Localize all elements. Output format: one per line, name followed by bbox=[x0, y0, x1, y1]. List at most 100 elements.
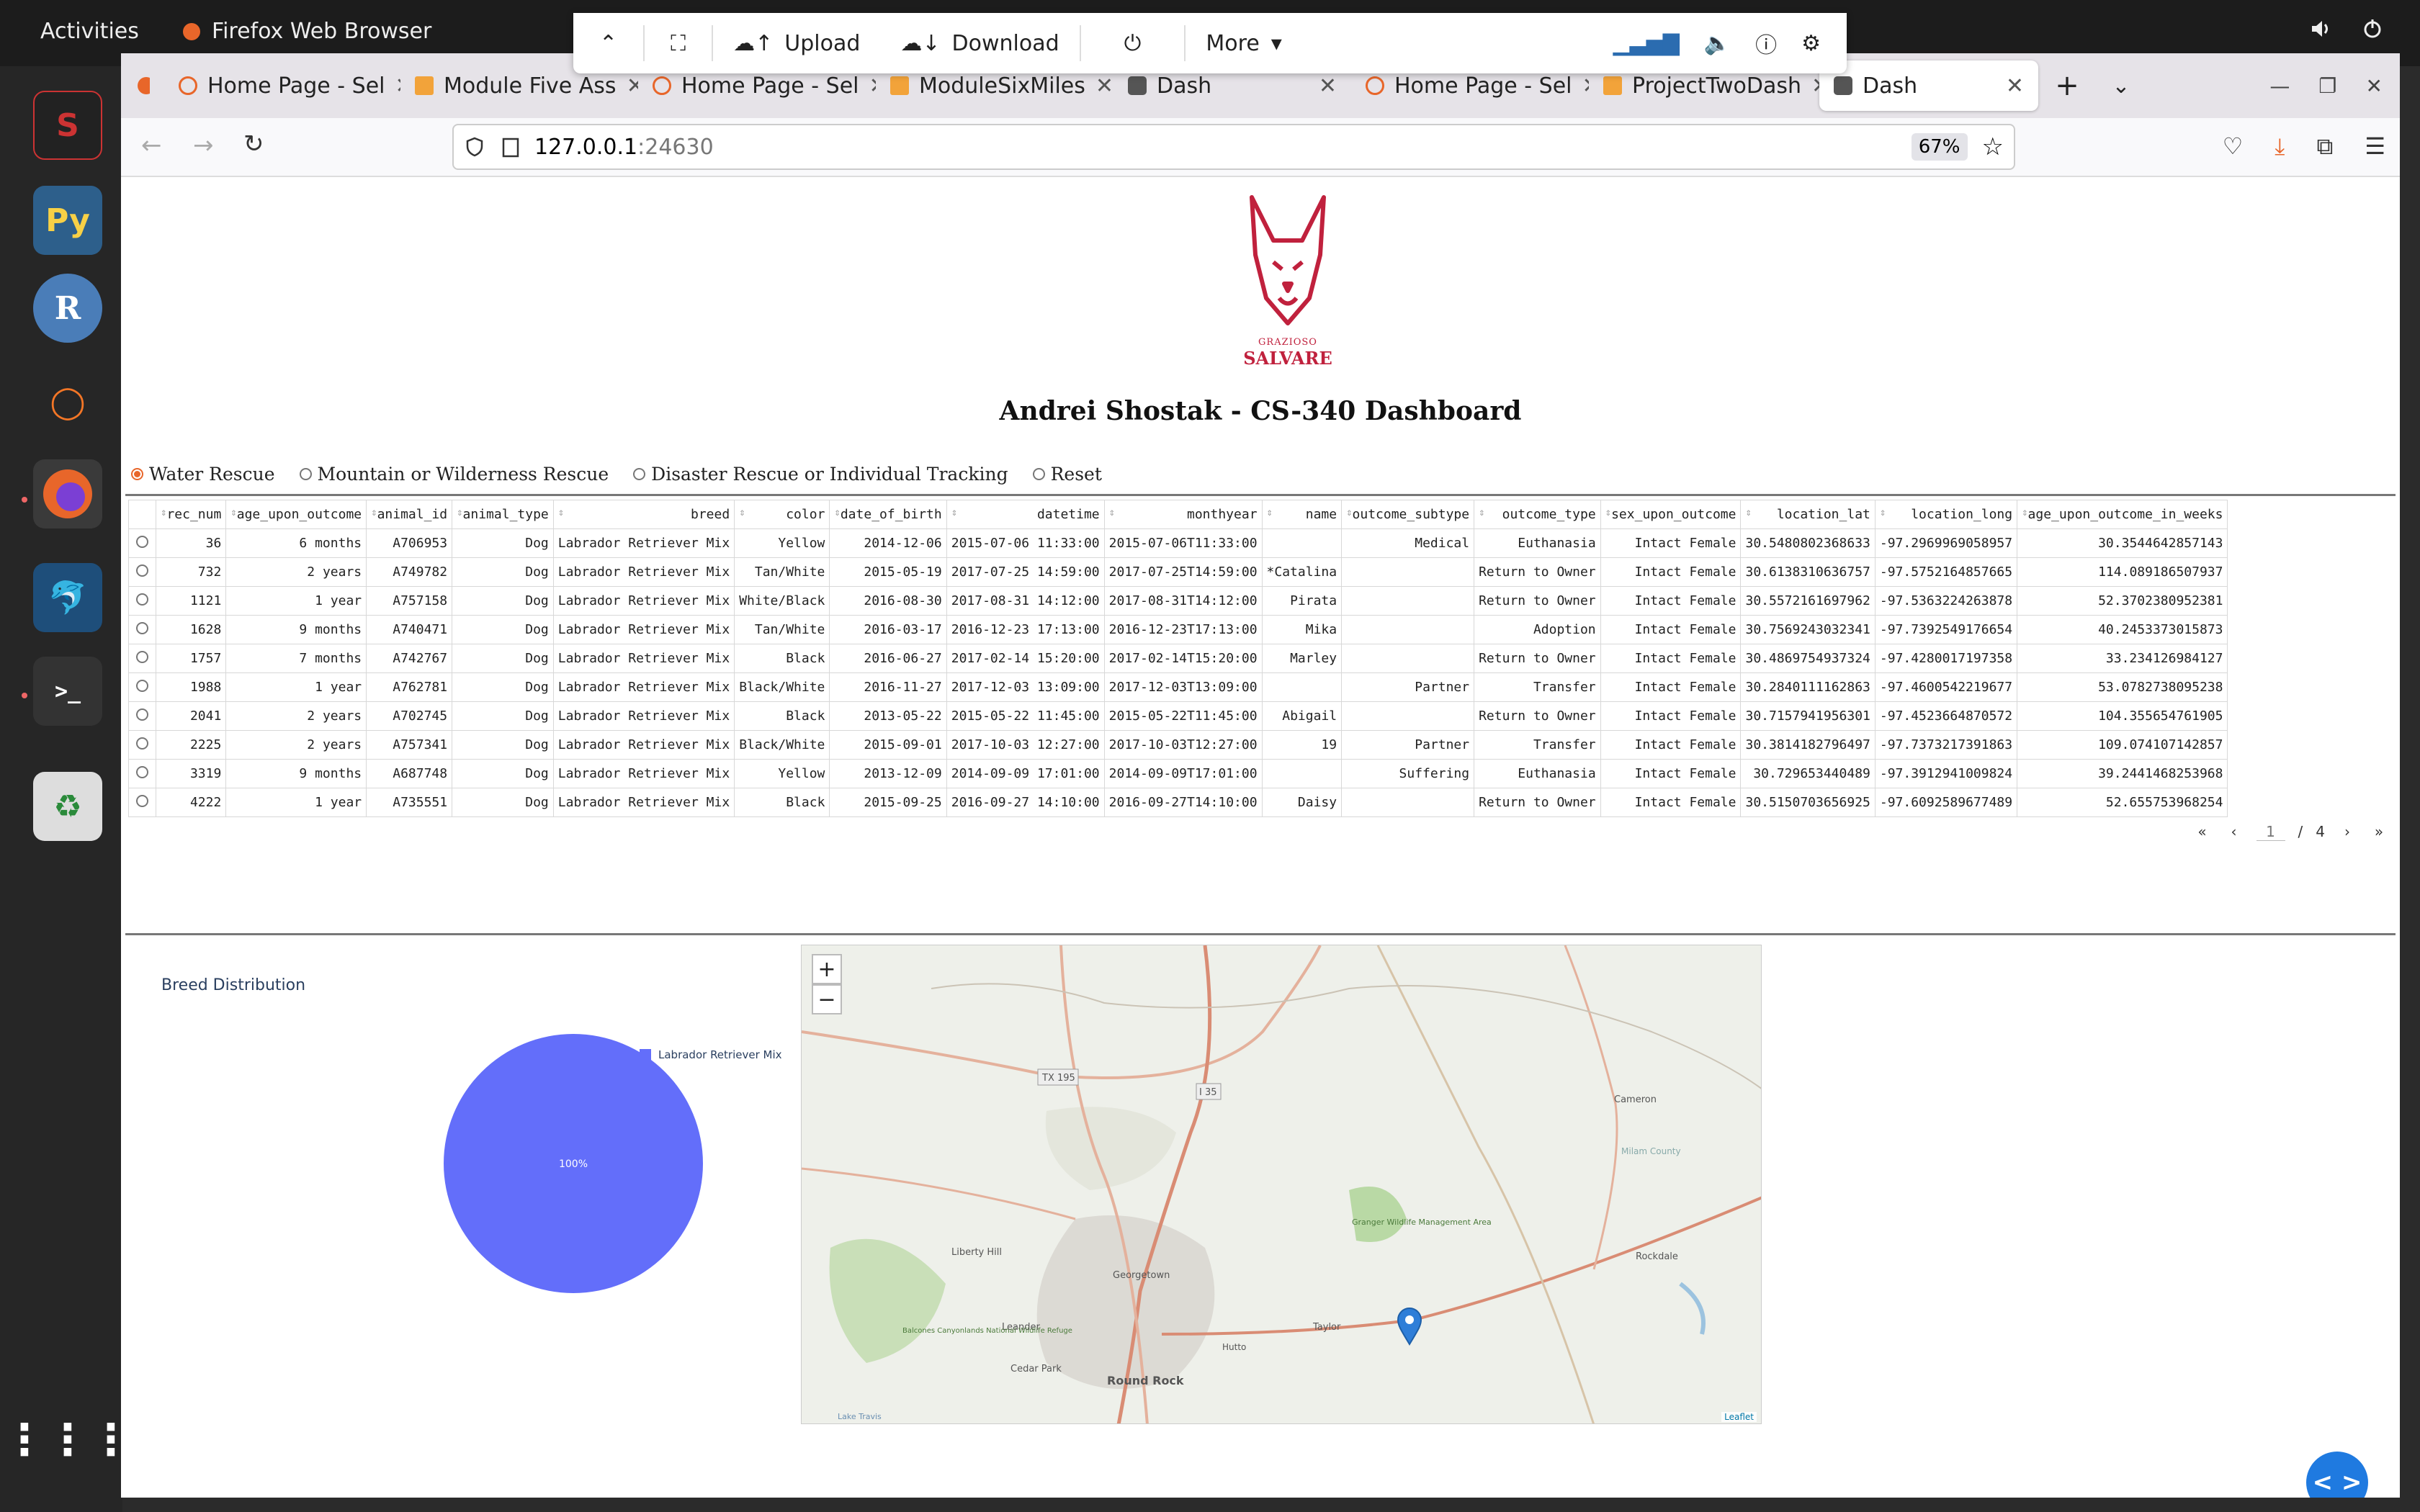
new-tab-button[interactable]: + bbox=[2038, 60, 2096, 111]
sort-icon[interactable]: ⇕ bbox=[1880, 507, 1886, 518]
sort-icon[interactable]: ⇕ bbox=[1346, 507, 1352, 518]
fullscreen-button[interactable]: ⛶ bbox=[645, 31, 712, 56]
reload-button[interactable]: ↻ bbox=[243, 130, 264, 158]
previous-page-button[interactable]: ‹ bbox=[2225, 822, 2244, 841]
close-tab-icon[interactable]: ✕ bbox=[2006, 73, 2024, 99]
maximize-button[interactable]: ❐ bbox=[2318, 74, 2336, 98]
filter-disaster-rescue[interactable]: Disaster Rescue or Individual Tracking bbox=[633, 464, 1008, 485]
column-header[interactable]: ⇕ datetime bbox=[946, 500, 1105, 529]
table-row[interactable]: 3319 9 months A687748 Dog Labrador Retriever… bbox=[128, 759, 2228, 788]
dash-debug-button[interactable]: < > bbox=[2306, 1452, 2368, 1498]
table-row[interactable]: 2225 2 years A757341 Dog Labrador Retriever … bbox=[128, 730, 2228, 760]
sort-icon[interactable]: ⇕ bbox=[457, 507, 462, 518]
signal-icon[interactable]: ▁▃▅▇ bbox=[1613, 31, 1679, 56]
table-row[interactable]: 732 2 years A749782 Dog Labrador Retriever M… bbox=[128, 557, 2228, 587]
tab-home-page-1[interactable]: Home Page - Sel✕ bbox=[164, 60, 400, 111]
sort-icon[interactable]: ⇕ bbox=[230, 507, 236, 518]
row-select-radio[interactable] bbox=[128, 557, 156, 587]
close-window-button[interactable]: ✕ bbox=[2366, 74, 2383, 98]
table-row[interactable]: 1988 1 year A762781 Dog Labrador Retriever M… bbox=[128, 672, 2228, 702]
column-header[interactable]: ⇕ color bbox=[734, 500, 830, 529]
sort-icon[interactable]: ⇕ bbox=[558, 507, 564, 518]
zoom-in-button[interactable]: + bbox=[812, 954, 842, 984]
column-header[interactable]: ⇕ location_lat bbox=[1740, 500, 1876, 529]
table-row[interactable]: 1757 7 months A742767 Dog Labrador Retriever… bbox=[128, 644, 2228, 673]
row-select-radio[interactable] bbox=[128, 586, 156, 616]
chart-legend[interactable]: Labrador Retriever Mix bbox=[640, 1048, 782, 1061]
more-button[interactable]: More ▾ bbox=[1186, 31, 1301, 56]
table-row[interactable]: 2041 2 years A702745 Dog Labrador Retriever … bbox=[128, 701, 2228, 731]
r-icon[interactable]: R bbox=[33, 274, 102, 343]
sort-icon[interactable]: ⇕ bbox=[1479, 507, 1484, 518]
activities-button[interactable]: Activities bbox=[40, 19, 139, 44]
help-icon[interactable]: ⓘ bbox=[1755, 27, 1777, 59]
column-header[interactable]: ⇕ age_upon_outcome_in_weeks bbox=[2017, 500, 2228, 529]
minimize-button[interactable]: — bbox=[2269, 74, 2290, 98]
first-page-button[interactable]: « bbox=[2193, 822, 2212, 841]
mysql-workbench-icon[interactable]: 🐬 bbox=[33, 563, 102, 632]
column-header[interactable]: ⇕ animal_id bbox=[366, 500, 453, 529]
volume-icon[interactable] bbox=[2309, 17, 2332, 40]
column-header[interactable]: ⇕ outcome_subtype bbox=[1341, 500, 1475, 529]
sort-icon[interactable]: ⇕ bbox=[371, 507, 377, 518]
map-marker-icon[interactable] bbox=[1395, 1305, 1424, 1346]
sort-icon[interactable]: ⇕ bbox=[1267, 507, 1273, 518]
firefox-dock-icon[interactable] bbox=[33, 459, 102, 528]
row-select-radio[interactable] bbox=[128, 701, 156, 731]
app-menu[interactable]: Firefox Web Browser bbox=[182, 19, 431, 44]
upload-button[interactable]: ☁↑ Upload bbox=[713, 31, 880, 56]
row-select-radio[interactable] bbox=[128, 730, 156, 760]
table-row[interactable]: 36 6 months A706953 Dog Labrador Retriever M… bbox=[128, 528, 2228, 558]
terminal-icon[interactable]: >_ bbox=[33, 657, 102, 726]
sort-icon[interactable]: ⇕ bbox=[739, 507, 745, 518]
column-header[interactable]: ⇕ age_upon_outcome bbox=[225, 500, 367, 529]
zoom-level-badge[interactable]: 67% bbox=[1911, 133, 1968, 161]
collapse-toolbar-button[interactable]: ⌃ bbox=[573, 31, 643, 56]
row-select-radio[interactable] bbox=[128, 759, 156, 788]
close-tab-icon[interactable]: ✕ bbox=[1582, 73, 1590, 99]
column-header[interactable]: ⇕ outcome_type bbox=[1474, 500, 1601, 529]
extensions-icon[interactable]: ⧉ bbox=[2316, 132, 2333, 161]
column-header[interactable]: ⇕ breed bbox=[552, 500, 735, 529]
audio-icon[interactable]: 🔈 bbox=[1704, 31, 1731, 56]
row-select-radio[interactable] bbox=[128, 644, 156, 673]
url-bar[interactable]: 127.0.0.1:24630 67% ☆ bbox=[452, 124, 2015, 170]
close-tab-icon[interactable]: ✕ bbox=[627, 73, 638, 99]
jupyter-icon[interactable]: ◯ bbox=[33, 367, 102, 436]
sort-icon[interactable]: ⇕ bbox=[951, 507, 957, 518]
row-select-radio[interactable] bbox=[128, 672, 156, 702]
filter-reset[interactable]: Reset bbox=[1032, 464, 1102, 485]
close-tab-icon[interactable]: ✕ bbox=[1095, 73, 1113, 99]
close-tab-icon[interactable]: ✕ bbox=[395, 73, 401, 99]
column-header[interactable]: ⇕ rec_num bbox=[155, 500, 227, 529]
table-row[interactable]: 1628 9 months A740471 Dog Labrador Retriever… bbox=[128, 615, 2228, 644]
forward-button[interactable]: → bbox=[193, 131, 214, 160]
system-tray[interactable] bbox=[2309, 17, 2384, 40]
settings-gear-icon[interactable]: ⚙ bbox=[1801, 31, 1821, 56]
bookmark-star-icon[interactable]: ☆ bbox=[1982, 132, 2004, 161]
back-button[interactable]: ← bbox=[141, 131, 162, 160]
row-select-radio[interactable] bbox=[128, 788, 156, 817]
column-header[interactable]: ⇕ date_of_birth bbox=[829, 500, 947, 529]
menu-icon[interactable]: ☰ bbox=[2365, 132, 2385, 161]
show-apps-icon[interactable]: ⋮⋮⋮ bbox=[3, 1405, 133, 1475]
firefox-view-button[interactable] bbox=[121, 60, 164, 111]
last-page-button[interactable]: » bbox=[2370, 822, 2388, 841]
column-header[interactable]: ⇕ monthyear bbox=[1103, 500, 1263, 529]
filter-water-rescue[interactable]: Water Rescue bbox=[131, 464, 275, 485]
list-tabs-button[interactable]: ⌄ bbox=[2096, 60, 2146, 111]
page-input[interactable]: 1 bbox=[2256, 823, 2285, 841]
map-attribution[interactable]: Leaflet bbox=[1721, 1412, 1757, 1422]
sort-icon[interactable]: ⇕ bbox=[1745, 507, 1751, 518]
download-button[interactable]: ☁↓ Download bbox=[880, 31, 1079, 56]
filter-mountain-rescue[interactable]: Mountain or Wilderness Rescue bbox=[299, 464, 609, 485]
power-button[interactable]: ⏻ bbox=[1081, 31, 1185, 56]
next-page-button[interactable]: › bbox=[2338, 822, 2357, 841]
downloads-icon[interactable]: ⤓ bbox=[2275, 132, 2285, 161]
sort-icon[interactable]: ⇕ bbox=[2022, 507, 2027, 518]
column-header[interactable]: ⇕ name bbox=[1261, 500, 1343, 529]
close-tab-icon[interactable]: ✕ bbox=[869, 73, 877, 99]
column-header[interactable]: ⇕ location_long bbox=[1874, 500, 2018, 529]
shield-icon[interactable] bbox=[464, 136, 485, 158]
table-row[interactable]: 4222 1 year A735551 Dog Labrador Retriever M… bbox=[128, 788, 2228, 817]
